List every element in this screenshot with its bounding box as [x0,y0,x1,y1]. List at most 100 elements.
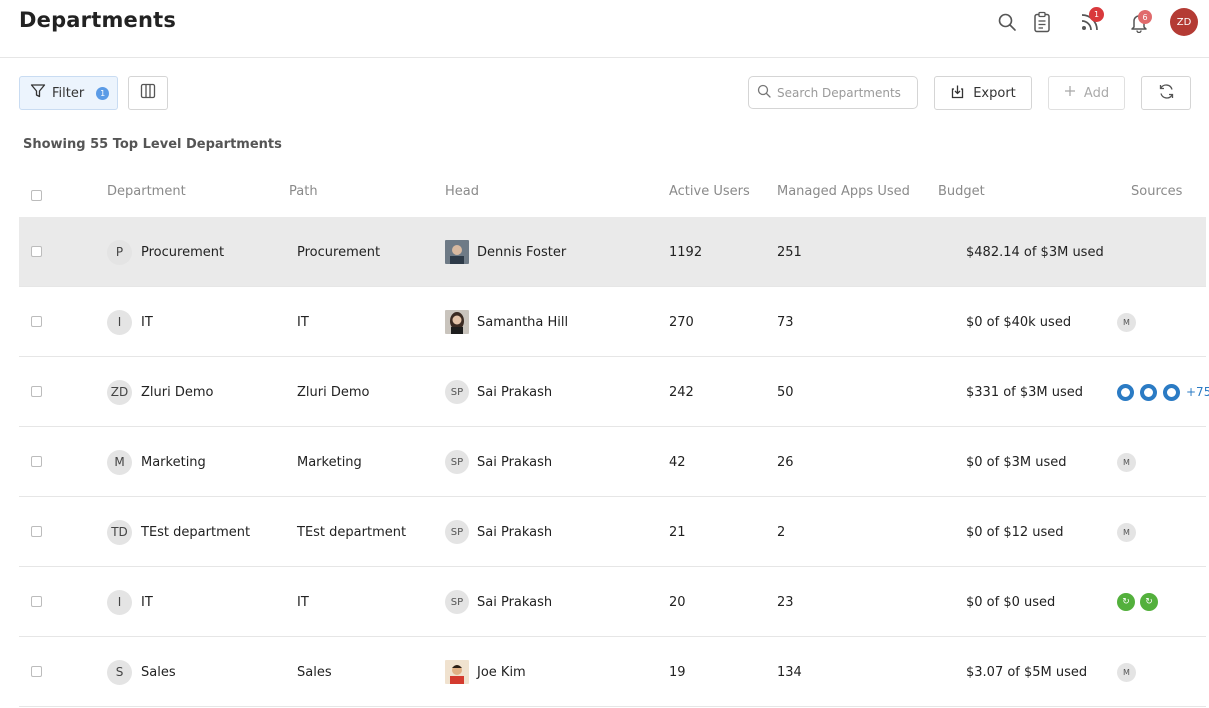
path-cell: Sales [297,664,332,680]
budget-cell: $0 of $3M used [966,454,1067,470]
table-row[interactable]: TD TEst department TEst department SP Sa… [19,497,1206,567]
path-cell: TEst department [297,524,407,540]
search-input[interactable] [777,85,913,100]
department-cell[interactable]: P Procurement [107,217,224,287]
department-name[interactable]: IT [141,315,153,330]
source-sync-icon[interactable]: ↻ [1117,593,1135,611]
clipboard-icon[interactable] [1029,9,1055,35]
source-manual-icon[interactable]: M [1117,522,1136,542]
column-header-head[interactable]: Head [445,184,479,199]
results-summary: Showing 55 Top Level Departments [23,137,282,152]
head-cell[interactable]: SP Sai Prakash [445,427,552,497]
head-avatar-initials: SP [445,450,469,474]
search-departments[interactable] [748,76,918,109]
row-checkbox[interactable] [31,316,42,327]
column-header-active-users[interactable]: Active Users [669,184,750,199]
active-users-cell: 20 [669,594,686,610]
filter-button[interactable]: Filter 1 [19,76,118,110]
head-name[interactable]: Sai Prakash [477,525,552,540]
row-checkbox[interactable] [31,246,42,257]
column-header-sources[interactable]: Sources [1131,184,1182,199]
search-icon [757,84,771,102]
table-row[interactable]: S Sales Sales Joe Kim 19 134 $3.07 of $5… [19,637,1206,707]
table-header: Department Path Head Active Users Manage… [19,176,1209,216]
export-label: Export [973,85,1016,101]
table-row[interactable]: P Procurement Procurement Dennis Foster … [19,217,1206,287]
column-header-budget[interactable]: Budget [938,184,985,199]
department-initial: P [107,239,132,265]
more-sources-link[interactable]: +75 [1186,385,1209,399]
head-name[interactable]: Sai Prakash [477,455,552,470]
select-all-checkbox[interactable] [31,190,42,201]
row-checkbox[interactable] [31,666,42,677]
department-cell[interactable]: I IT [107,567,153,637]
rss-badge: 1 [1089,7,1104,22]
row-checkbox[interactable] [31,386,42,397]
filter-icon [30,83,46,103]
department-name[interactable]: Marketing [141,455,206,470]
head-avatar-photo [445,310,469,334]
source-sync-icon[interactable]: ↻ [1140,593,1158,611]
source-integration-icon[interactable] [1140,383,1157,401]
department-name[interactable]: Zluri Demo [141,385,213,400]
department-initial: TD [107,519,132,545]
department-name[interactable]: Sales [141,665,176,680]
department-cell[interactable]: M Marketing [107,427,206,497]
table-row[interactable]: ZD Zluri Demo Zluri Demo SP Sai Prakash … [19,357,1209,427]
user-avatar[interactable]: ZD [1170,8,1198,36]
department-name[interactable]: Procurement [141,245,224,260]
active-users-cell: 21 [669,524,686,540]
head-cell[interactable]: SP Sai Prakash [445,497,552,567]
row-checkbox[interactable] [31,456,42,467]
filter-label: Filter [52,85,85,101]
table-row[interactable]: M Marketing Marketing SP Sai Prakash 42 … [19,427,1206,497]
head-name[interactable]: Joe Kim [477,665,526,680]
managed-apps-cell: 134 [777,664,802,680]
columns-button[interactable] [128,76,168,110]
active-users-cell: 1192 [669,244,703,260]
managed-apps-cell: 50 [777,384,794,400]
department-name[interactable]: IT [141,595,153,610]
managed-apps-cell: 251 [777,244,802,260]
source-manual-icon[interactable]: M [1117,662,1136,682]
department-cell[interactable]: S Sales [107,637,176,707]
head-cell[interactable]: Dennis Foster [445,217,566,287]
sources-cell: M [1117,427,1136,497]
department-initial: M [107,449,132,475]
table-row[interactable]: I IT IT SP Sai Prakash 20 23 $0 of $0 us… [19,567,1206,637]
head-cell[interactable]: SP Sai Prakash [445,357,552,427]
department-cell[interactable]: ZD Zluri Demo [107,357,213,427]
department-name[interactable]: TEst department [141,525,250,540]
column-header-managed-apps[interactable]: Managed Apps Used [777,184,910,199]
refresh-button[interactable] [1141,76,1191,110]
head-cell[interactable]: SP Sai Prakash [445,567,552,637]
source-manual-icon[interactable]: M [1117,312,1136,332]
head-cell[interactable]: Samantha Hill [445,287,568,357]
source-manual-icon[interactable]: M [1117,452,1136,472]
search-icon[interactable] [994,9,1020,35]
path-cell: Marketing [297,454,362,470]
department-initial: ZD [107,379,132,405]
active-users-cell: 270 [669,314,694,330]
head-name[interactable]: Sai Prakash [477,595,552,610]
source-integration-icon[interactable] [1163,383,1180,401]
head-name[interactable]: Sai Prakash [477,385,552,400]
head-name[interactable]: Dennis Foster [477,245,566,260]
sources-cell: +75 [1117,357,1209,427]
head-cell[interactable]: Joe Kim [445,637,526,707]
head-name[interactable]: Samantha Hill [477,315,568,330]
column-header-department[interactable]: Department [107,184,186,199]
path-cell: IT [297,314,309,330]
row-checkbox[interactable] [31,596,42,607]
row-checkbox[interactable] [31,526,42,537]
export-button[interactable]: Export [934,76,1032,110]
add-button[interactable]: Add [1048,76,1125,110]
department-cell[interactable]: I IT [107,287,153,357]
department-cell[interactable]: TD TEst department [107,497,250,567]
refresh-icon [1158,83,1175,104]
column-header-path[interactable]: Path [289,184,318,199]
bell-badge: 6 [1138,10,1152,24]
table-row[interactable]: I IT IT Samantha Hill 270 73 $0 of $40k … [19,287,1206,357]
source-integration-icon[interactable] [1117,383,1134,401]
page-header: Departments 1 6 ZD [0,0,1209,58]
